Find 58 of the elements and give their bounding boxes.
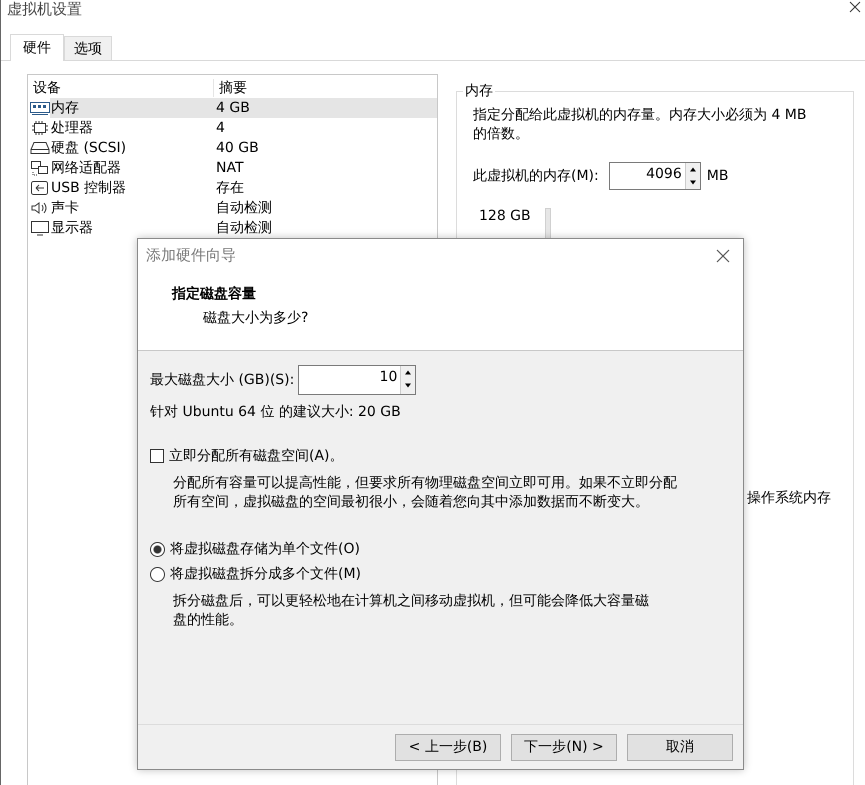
device-name: 硬盘 (SCSI): [51, 139, 126, 157]
step-heading: 指定磁盘容量: [172, 285, 257, 303]
radio-label[interactable]: 将虚拟磁盘存储为单个文件(O): [170, 540, 360, 558]
radio-label[interactable]: 将虚拟磁盘拆分成多个文件(M): [170, 565, 362, 583]
drive-icon: [30, 141, 50, 155]
device-row[interactable]: USB 控制器 存在: [28, 178, 437, 198]
memory-note: 操作系统内存: [747, 489, 832, 507]
tab[interactable]: 选项: [64, 36, 112, 60]
radio-button[interactable]: [150, 566, 165, 582]
checkbox[interactable]: [150, 449, 164, 463]
device-name: 内存: [51, 99, 79, 117]
device-summary: 自动检测: [216, 219, 272, 237]
checkbox-label[interactable]: 立即分配所有磁盘空间(A)。: [169, 447, 344, 465]
scale-label: 128 GB: [479, 208, 531, 224]
device-name: USB 控制器: [51, 179, 126, 197]
device-summary: NAT: [216, 159, 244, 177]
device-row[interactable]: 显示器 自动检测: [28, 218, 437, 238]
window-title: 虚拟机设置: [7, 0, 82, 18]
option-description: 分配所有容量可以提高性能，但要求所有物理磁盘空间立即可用。如果不立即分配所有空间，虚拟磁盘的空间最初很小，会随着您向其中添加数据而不断变大。: [173, 474, 678, 512]
memory-icon: [30, 101, 50, 115]
device-name: 处理器: [51, 119, 93, 137]
device-name: 显示器: [51, 219, 93, 237]
size-label: 最大磁盘大小 (GB)(S):: [150, 371, 294, 389]
device-summary: 40 GB: [216, 139, 259, 157]
device-summary: 存在: [216, 179, 244, 197]
device-row[interactable]: 内存 4 GB: [28, 98, 437, 118]
device-row[interactable]: 处理器 4: [28, 118, 437, 138]
device-row[interactable]: 硬盘 (SCSI) 40 GB: [28, 138, 437, 158]
device-row[interactable]: 声卡 自动检测: [28, 198, 437, 218]
dialog-button[interactable]: < 上一步(B): [395, 734, 501, 760]
step-subheading: 磁盘大小为多少?: [202, 309, 310, 327]
option-description: 拆分磁盘后，可以更轻松地在计算机之间移动虚拟机，但可能会降低大容量磁盘的性能。: [173, 592, 650, 630]
dialog-title: 添加硬件向导: [146, 246, 236, 265]
group-title: 内存: [464, 82, 494, 100]
radio-button[interactable]: [150, 542, 165, 556]
dialog-button[interactable]: 取消: [627, 734, 733, 760]
recommended-size: 针对 Ubuntu 64 位 的建议大小: 20 GB: [150, 403, 402, 421]
device-row[interactable]: 网络适配器 NAT: [28, 158, 437, 178]
memory-spinbox[interactable]: 4096: [608, 162, 701, 190]
unit-label: MB: [706, 168, 728, 184]
size-spinbox[interactable]: 10: [298, 365, 416, 395]
usb-icon: [30, 180, 50, 196]
device-summary: 4 GB: [216, 99, 250, 117]
close-icon[interactable]: [849, 1, 861, 13]
monitor-icon: [30, 220, 50, 236]
tab[interactable]: 硬件: [10, 34, 64, 61]
device-summary: 自动检测: [216, 199, 272, 217]
device-name: 声卡: [51, 199, 79, 217]
device-name: 网络适配器: [51, 159, 121, 177]
column-header: 摘要: [218, 79, 247, 97]
memory-label: 此虚拟机的内存(M):: [473, 167, 599, 185]
network-icon: [30, 160, 50, 176]
column-header: 设备: [28, 79, 214, 97]
device-summary: 4: [216, 119, 225, 137]
dialog-button[interactable]: 下一步(N) >: [511, 734, 617, 760]
memory-description: 指定分配给此虚拟机的内存量。内存大小必须为 4 MB 的倍数。: [473, 106, 808, 144]
close-icon[interactable]: [716, 248, 730, 262]
chip-icon: [30, 120, 50, 136]
